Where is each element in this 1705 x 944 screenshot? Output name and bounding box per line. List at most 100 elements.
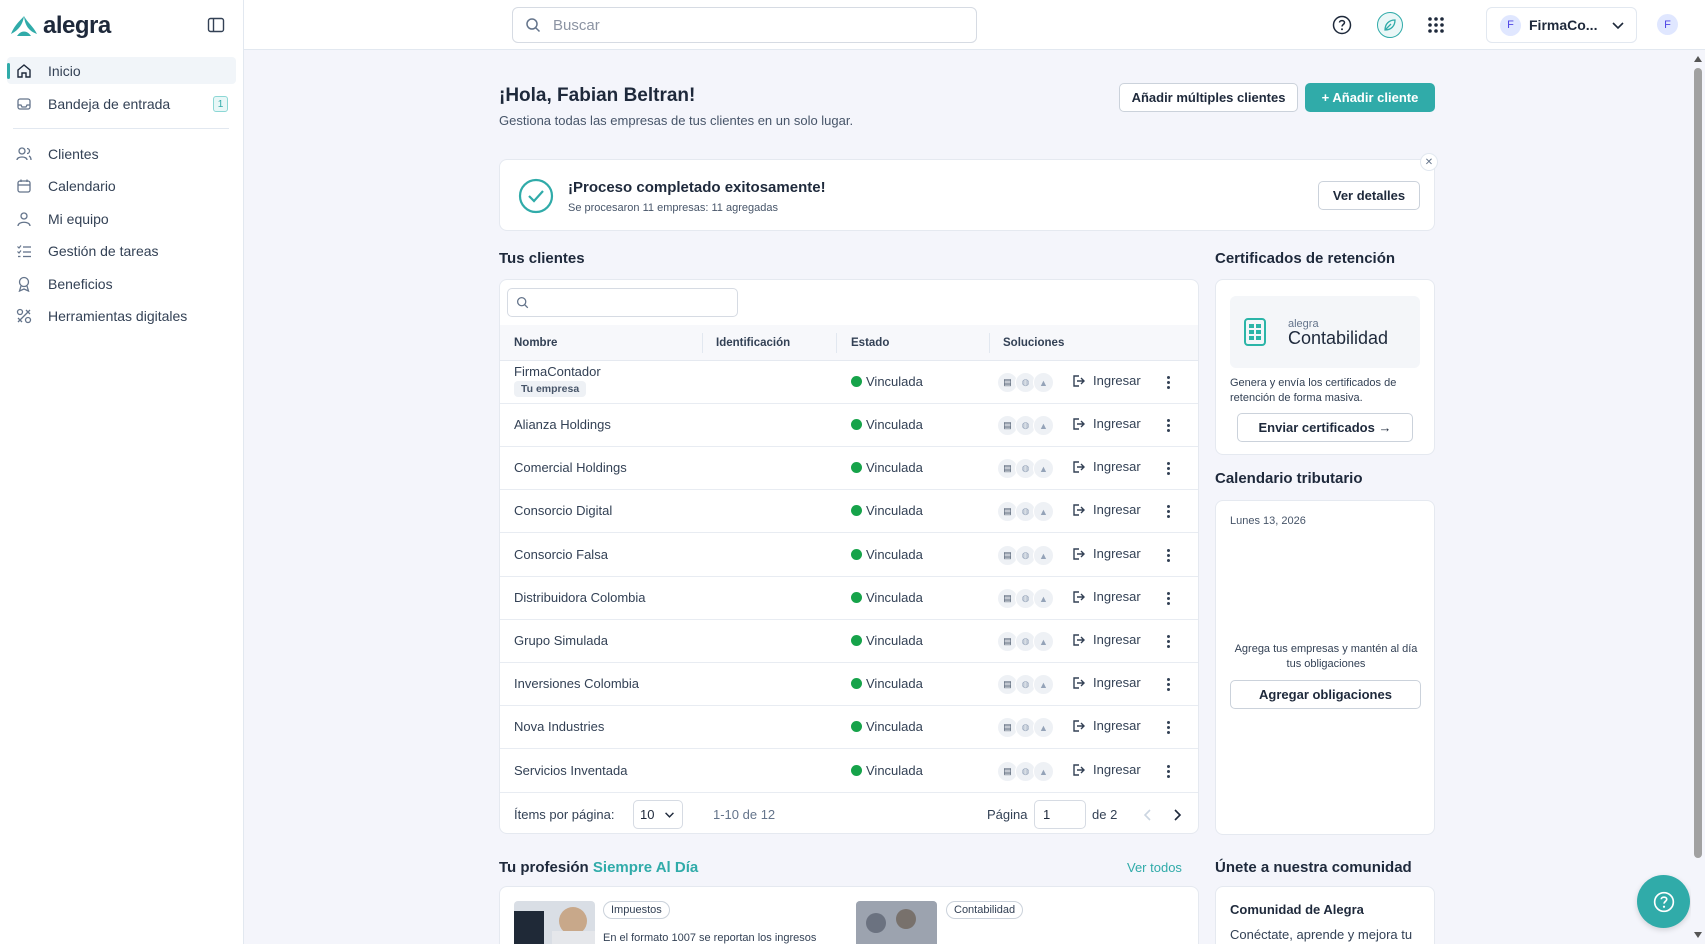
sidebar-item-label: Bandeja de entrada [48,95,171,112]
sidebar-item-herramientas[interactable]: Herramientas digitales [7,302,236,329]
search-icon [516,296,529,309]
table-row[interactable]: Servicios Inventada Vinculada ▤ ◍ ▲ Ingresar [500,750,1198,793]
table-row[interactable]: Grupo Simulada Vinculada ▤ ◍ ▲ Ingresar [500,620,1198,663]
building-icon: ▲ [1033,588,1054,609]
view-details-button[interactable]: Ver detalles [1318,181,1420,210]
solutions-icons: ▤ ◍ ▲ [997,372,1054,393]
apps-grid-icon[interactable] [1425,14,1447,36]
sidebar-item-mi-equipo[interactable]: Mi equipo [7,205,236,232]
chevron-left-icon[interactable] [1143,809,1153,821]
help-chat-button[interactable] [1637,875,1690,928]
solutions-icons: ▤ ◍ ▲ [997,588,1054,609]
client-name[interactable]: Consorcio Digital [514,503,612,518]
alegra-logo[interactable]: alegra [9,12,111,40]
table-row[interactable]: Alianza Holdings Vinculada ▤ ◍ ▲ Ingresar [500,404,1198,447]
per-page-select[interactable]: 10 [633,800,683,829]
user-avatar[interactable]: F [1657,14,1678,35]
status-badge: Vinculada [851,633,923,648]
table-row[interactable]: Consorcio Falsa Vinculada ▤ ◍ ▲ Ingresar [500,534,1198,577]
more-options-icon[interactable] [1163,632,1173,650]
column-header[interactable]: Estado [851,325,889,361]
table-row[interactable]: Distribuidora Colombia Vinculada ▤ ◍ ▲ Ingres… [500,577,1198,620]
client-name[interactable]: Distribuidora Colombia [514,590,646,605]
enter-company-button[interactable]: Ingresar [1071,373,1141,388]
column-header[interactable]: Soluciones [1003,325,1064,361]
scroll-down-arrow[interactable] [1694,932,1702,938]
client-name[interactable]: Alianza Holdings [514,417,611,432]
table-row[interactable]: FirmaContador Tu empresa Vinculada ▤ ◍ ▲ Ingre… [500,361,1198,404]
sidebar-item-beneficios[interactable]: Beneficios [7,270,236,297]
sidebar-item-tareas[interactable]: Gestión de tareas [7,237,236,264]
sidebar-item-clientes[interactable]: Clientes [7,140,236,167]
global-search[interactable] [512,7,977,43]
sidebar-item-bandeja[interactable]: Bandeja de entrada 1 [7,90,236,117]
status-dot [851,592,862,603]
more-options-icon[interactable] [1163,762,1173,780]
column-header[interactable]: Nombre [514,325,557,361]
sidebar-toggle-icon[interactable] [207,16,227,36]
add-obligations-button[interactable]: Agregar obligaciones [1230,680,1421,709]
close-icon[interactable]: ✕ [1420,153,1438,171]
help-icon[interactable] [1331,14,1353,36]
article-image[interactable] [856,901,937,944]
enter-company-button[interactable]: Ingresar [1071,762,1141,777]
scroll-thumb[interactable] [1694,68,1702,858]
column-header[interactable]: Identificación [716,325,790,361]
more-options-icon[interactable] [1163,373,1173,391]
more-options-icon[interactable] [1163,459,1173,477]
search-input[interactable] [553,16,953,34]
building-icon: ▲ [1033,415,1054,436]
enter-label: Ingresar [1093,502,1141,517]
client-name[interactable]: Consorcio Falsa [514,547,608,562]
pagination: Ítems por página: 10 1-10 de 12 Página 1… [500,797,1198,833]
add-multiple-clients-button[interactable]: Añadir múltiples clientes [1119,83,1298,112]
page-scrollbar[interactable] [1691,50,1705,944]
client-name[interactable]: Inversiones Colombia [514,676,639,691]
page-input[interactable]: 1 [1034,800,1086,829]
table-row[interactable]: Consorcio Digital Vinculada ▤ ◍ ▲ Ingresar [500,490,1198,533]
enter-company-button[interactable]: Ingresar [1071,675,1141,690]
solutions-icons: ▤ ◍ ▲ [997,631,1054,652]
client-name[interactable]: Comercial Holdings [514,460,627,475]
scroll-up-arrow[interactable] [1694,56,1702,62]
enter-company-button[interactable]: Ingresar [1071,546,1141,561]
sidebar-item-inicio[interactable]: Inicio [7,57,236,84]
contabilidad-icon [1244,318,1266,346]
enter-company-button[interactable]: Ingresar [1071,718,1141,733]
client-name[interactable]: Grupo Simulada [514,633,608,648]
client-name[interactable]: FirmaContador [514,364,601,379]
clients-search[interactable] [507,288,738,317]
table-row[interactable]: Nova Industries Vinculada ▤ ◍ ▲ Ingresar [500,706,1198,749]
company-selector[interactable]: F FirmaCo... [1486,7,1637,43]
chevron-right-icon[interactable] [1172,809,1182,821]
more-options-icon[interactable] [1163,718,1173,736]
enter-label: Ingresar [1093,632,1141,647]
tools-icon [15,307,33,325]
enter-company-button[interactable]: Ingresar [1071,459,1141,474]
enter-company-button[interactable]: Ingresar [1071,589,1141,604]
article-image[interactable] [514,901,595,944]
table-row[interactable]: Inversiones Colombia Vinculada ▤ ◍ ▲ Ingresar [500,663,1198,706]
leaf-icon[interactable] [1377,12,1403,38]
see-all-link[interactable]: Ver todos [1127,860,1182,875]
status-text: Vinculada [866,633,923,648]
more-options-icon[interactable] [1163,502,1173,520]
more-options-icon[interactable] [1163,546,1173,564]
client-name[interactable]: Nova Industries [514,719,604,734]
status-dot [851,419,862,430]
enter-company-button[interactable]: Ingresar [1071,502,1141,517]
certificates-description: Genera y envía los certificados de reten… [1230,377,1397,404]
client-name[interactable]: Servicios Inventada [514,763,627,778]
add-client-button[interactable]: + Añadir cliente [1305,83,1435,112]
more-options-icon[interactable] [1163,589,1173,607]
table-row[interactable]: Comercial Holdings Vinculada ▤ ◍ ▲ Ingresar [500,447,1198,490]
send-certificates-button[interactable]: Enviar certificados → [1237,413,1413,442]
enter-company-button[interactable]: Ingresar [1071,632,1141,647]
more-options-icon[interactable] [1163,416,1173,434]
sidebar-item-calendario[interactable]: Calendario [7,172,236,199]
check-circle-icon [518,178,554,214]
enter-company-button[interactable]: Ingresar [1071,416,1141,431]
more-options-icon[interactable] [1163,675,1173,693]
user-initial: F [1657,14,1678,35]
column-divider [989,333,990,353]
